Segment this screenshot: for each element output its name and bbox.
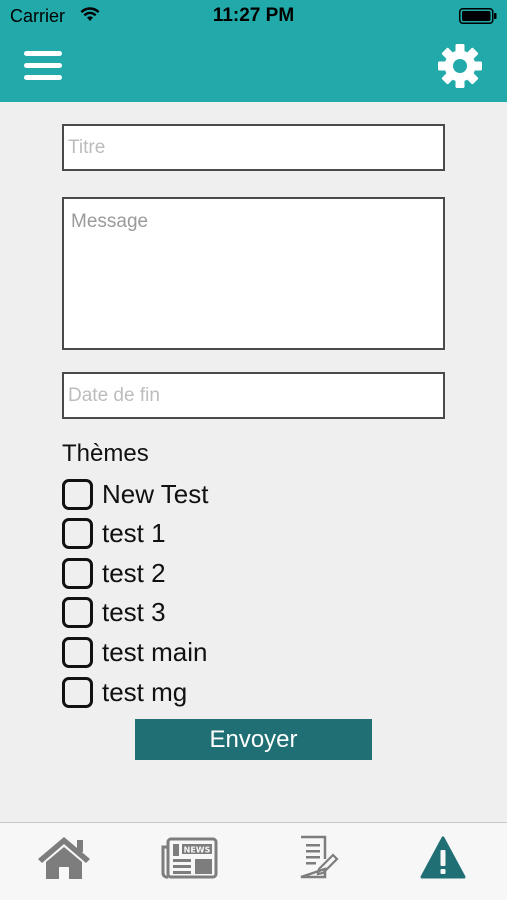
home-icon [38,837,90,879]
battery-icon [459,8,497,24]
svg-text:NEWS: NEWS [184,846,211,855]
gear-icon[interactable] [437,43,483,89]
theme-item-test-mg[interactable]: test mg [62,675,187,709]
edit-document-icon [300,835,339,879]
tab-edit[interactable] [295,835,355,885]
theme-label: test 1 [102,517,166,548]
status-time: 11:27 PM [212,5,295,26]
tab-bar: NEWS [0,822,507,900]
checkbox[interactable] [62,557,93,589]
hamburger-menu-icon[interactable] [24,51,62,81]
message-textarea[interactable] [62,197,445,350]
alert-warning-icon [420,836,466,879]
news-icon: NEWS [161,837,218,879]
theme-label: test main [102,636,208,667]
end-date-input[interactable] [62,372,445,419]
nav-bar [0,34,507,102]
theme-label: New Test [102,478,209,509]
tab-alert[interactable] [420,835,480,885]
checkbox[interactable] [62,478,93,510]
theme-label: test mg [102,676,188,707]
tab-news[interactable]: NEWS [160,835,220,885]
status-bar: Carrier 11:27 PM [0,0,507,34]
checkbox[interactable] [62,676,93,708]
themes-heading: Thèmes [62,440,149,467]
checkbox[interactable] [62,636,93,668]
submit-button[interactable]: Envoyer [135,719,372,760]
theme-item-test-2[interactable]: test 2 [62,556,166,590]
checkbox[interactable] [62,517,93,549]
theme-item-test-3[interactable]: test 3 [62,595,166,629]
tab-home[interactable] [35,835,95,885]
theme-label: test 3 [102,596,166,627]
theme-label: test 2 [102,557,166,588]
theme-item-test-1[interactable]: test 1 [62,516,166,550]
checkbox[interactable] [62,596,93,628]
title-input[interactable] [62,124,445,171]
theme-item-test-main[interactable]: test main [62,635,208,669]
theme-item-new-test[interactable]: New Test [62,477,208,511]
